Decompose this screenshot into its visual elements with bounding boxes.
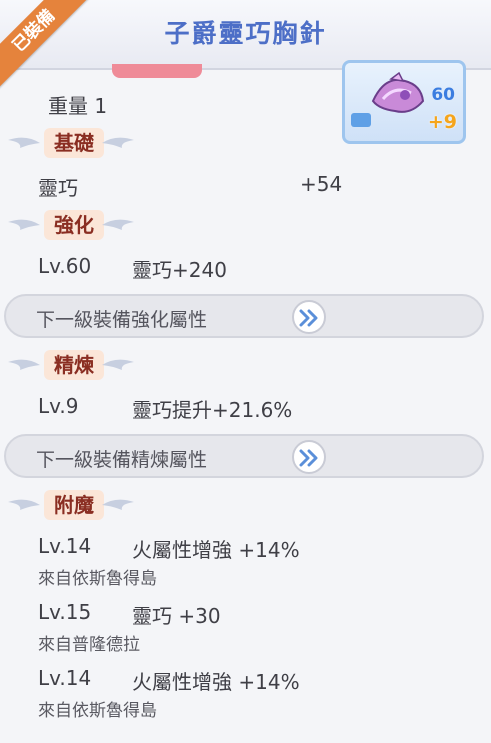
enhance-effect: 靈巧+240 bbox=[132, 258, 227, 282]
double-chevron-right-icon[interactable] bbox=[292, 300, 326, 334]
weight-label: 重量 1 bbox=[48, 94, 108, 118]
enchant-level: Lv.15 bbox=[38, 600, 92, 624]
pink-tab-decoration bbox=[112, 64, 202, 78]
refine-effect: 靈巧提升+21.6% bbox=[132, 398, 293, 422]
item-refine-level: +9 bbox=[427, 111, 457, 133]
next-refine-button[interactable]: 下一級裝備精煉屬性 bbox=[4, 434, 484, 478]
wing-ornament-icon bbox=[8, 137, 40, 148]
next-enhance-label: 下一級裝備強化屬性 bbox=[36, 309, 208, 331]
base-stat-value: +54 bbox=[300, 172, 343, 196]
wing-ornament-icon bbox=[8, 499, 40, 510]
slot-indicator bbox=[351, 113, 371, 127]
wing-ornament-icon bbox=[102, 499, 134, 510]
item-icon-box[interactable]: 60 +9 bbox=[342, 60, 466, 144]
next-refine-label: 下一級裝備精煉屬性 bbox=[36, 449, 208, 471]
enchant-effect: 火屬性增強 +14% bbox=[132, 538, 300, 562]
enhance-level: Lv.60 bbox=[38, 254, 92, 278]
enchant-level: Lv.14 bbox=[38, 666, 92, 690]
enchant-effect: 靈巧 +30 bbox=[132, 604, 221, 628]
base-stat-name: 靈巧 bbox=[38, 176, 78, 200]
enchant-source: 來自普隆德拉 bbox=[38, 635, 140, 655]
next-enhance-button[interactable]: 下一級裝備強化屬性 bbox=[4, 294, 484, 338]
wing-ornament-icon bbox=[8, 359, 40, 370]
brooch-icon bbox=[371, 71, 425, 113]
wing-ornament-icon bbox=[102, 137, 134, 148]
section-refine-title: 精煉 bbox=[44, 350, 104, 380]
enchant-source: 來自依斯魯得島 bbox=[38, 701, 157, 721]
refine-level: Lv.9 bbox=[38, 394, 79, 418]
enchant-effect: 火屬性增強 +14% bbox=[132, 670, 300, 694]
double-chevron-right-icon[interactable] bbox=[292, 440, 326, 474]
item-level: 60 bbox=[431, 85, 455, 105]
equipment-detail-panel: 子爵靈巧胸針 已裝備 60 +9 重量 1 基礎 靈巧 +54 強化 Lv.60… bbox=[0, 0, 491, 743]
section-base-title: 基礎 bbox=[44, 128, 104, 158]
wing-ornament-icon bbox=[8, 219, 40, 230]
wing-ornament-icon bbox=[102, 359, 134, 370]
wing-ornament-icon bbox=[102, 219, 134, 230]
section-enhance-title: 強化 bbox=[44, 210, 104, 240]
enchant-source: 來自依斯魯得島 bbox=[38, 569, 157, 589]
item-title: 子爵靈巧胸針 bbox=[164, 19, 327, 48]
enchant-level: Lv.14 bbox=[38, 534, 92, 558]
section-enchant-title: 附魔 bbox=[44, 490, 104, 520]
